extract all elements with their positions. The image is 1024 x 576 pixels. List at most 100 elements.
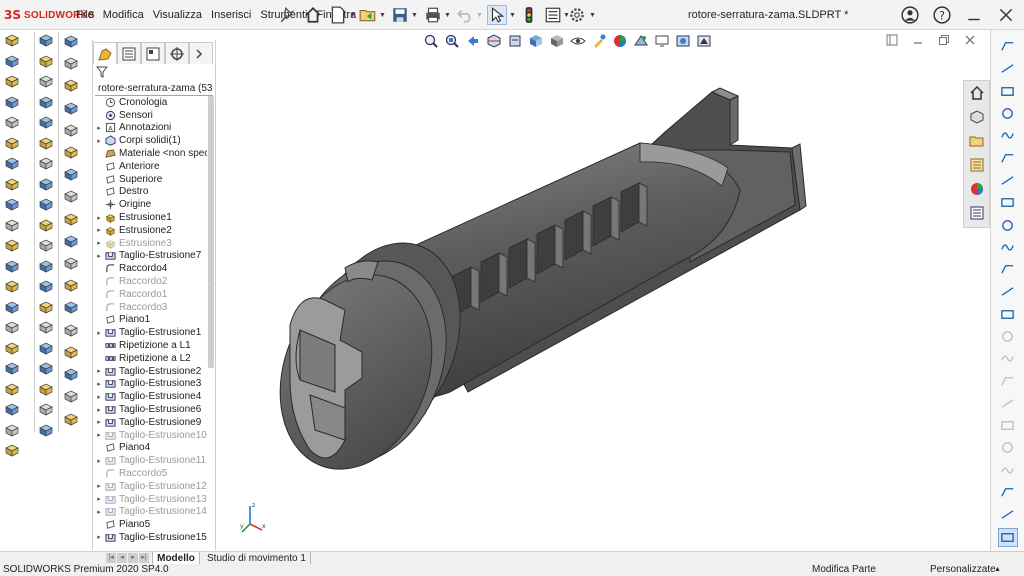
first-tab-icon[interactable]: |◂ [106,553,116,563]
swept-cut-icon[interactable] [3,196,21,212]
home-icon[interactable] [303,5,323,25]
intersect-icon[interactable] [3,381,21,397]
tree-node[interactable]: ▸ Taglio-Estrusione10 [93,429,207,442]
filled-surface-icon[interactable] [37,135,55,151]
open-caret-icon[interactable]: ▼ [379,12,386,19]
sketch-icon[interactable] [999,38,1017,55]
tree-node[interactable]: ▸ Estrusione2 [93,224,207,237]
revolved-cut-icon[interactable] [3,176,21,192]
minimize-icon[interactable] [964,5,984,25]
file-properties-icon[interactable] [543,5,563,25]
tree-node[interactable]: ▸ Taglio-Estrusione11 [93,454,207,467]
tree-node[interactable]: Destro [93,186,207,199]
open-folder-icon[interactable] [358,5,378,25]
lofted-cut-icon[interactable] [3,217,21,233]
tree-node[interactable]: ▸ Taglio-Estrusione13 [93,493,207,506]
miter-flange-icon[interactable] [62,121,80,139]
rib-icon[interactable] [3,299,21,315]
thickened-cut-icon[interactable] [37,401,55,417]
lofted-surface-icon[interactable] [37,94,55,110]
boundary-cut-icon[interactable] [3,237,21,253]
tree-node[interactable]: Superiore [93,173,207,186]
options-caret-icon[interactable]: ▼ [589,12,596,19]
revolved-boss-icon[interactable] [3,53,21,69]
expand-arrow-icon[interactable]: ▸ [94,124,104,132]
sheet-metal-base-flange-icon[interactable] [62,32,80,50]
tree-scrollbar[interactable] [208,96,214,368]
replace-face-icon[interactable] [37,258,55,274]
tree-node[interactable]: ▸ Taglio-Estrusione6 [93,403,207,416]
tree-node[interactable]: ▸ Taglio-Estrusione4 [93,390,207,403]
part-3d-model[interactable] [216,30,990,551]
units-caret-icon[interactable]: ▲ [994,564,1001,576]
tree-node[interactable]: ▸ Taglio-Estrusione15 [93,531,207,544]
spline-icon[interactable] [999,149,1017,166]
menu-inserisci[interactable]: Inserisci [211,9,251,21]
cut-with-surface-icon[interactable] [37,422,55,438]
expand-arrow-icon[interactable]: ▸ [94,482,104,490]
convert-entities-icon[interactable] [999,328,1017,345]
tab-feature-tree[interactable] [93,42,117,64]
print-icon[interactable] [423,5,443,25]
user-icon[interactable] [900,5,920,25]
tree-node[interactable]: ▸ Taglio-Estrusione9 [93,416,207,429]
menu-visualizza[interactable]: Visualizza [153,9,202,21]
tree-node[interactable]: Ripetizione a L2 [93,352,207,365]
fold-icon[interactable] [62,254,80,272]
rebuild-traffic-light-icon[interactable] [519,5,539,25]
tree-node[interactable]: ▸ Taglio-Estrusione2 [93,365,207,378]
unfold-icon[interactable] [62,232,80,250]
expand-arrow-icon[interactable]: ▸ [94,508,104,516]
expand-arrow-icon[interactable]: ▸ [94,380,104,388]
close-icon[interactable] [996,5,1016,25]
tree-node[interactable]: Raccordo4 [93,262,207,275]
display-relations-icon[interactable] [999,439,1017,456]
offset-entities-icon[interactable] [999,350,1017,367]
expand-arrow-icon[interactable]: ▸ [94,226,104,234]
draft-icon[interactable] [3,319,21,335]
tree-node[interactable]: Sensori [93,109,207,122]
save-icon[interactable] [390,5,410,25]
linear-pattern-sketch-icon[interactable] [999,417,1017,434]
linear-pattern-tool-icon[interactable] [3,278,21,294]
boundary-boss-icon[interactable] [3,114,21,130]
part-root-node[interactable]: rotore-serratura-zama (536 [95,82,213,96]
tree-node[interactable]: Cronologia [93,96,207,109]
swept-surface-icon[interactable] [37,73,55,89]
tree-node[interactable]: Piano4 [93,442,207,455]
menu-modifica[interactable]: Modifica [103,9,144,21]
curves-icon[interactable] [3,422,21,438]
convert-to-sheet-metal-icon[interactable] [62,54,80,72]
rapid-sketch-icon[interactable] [999,506,1017,523]
help-icon[interactable]: ? [932,5,952,25]
expand-arrow-icon[interactable]: ▸ [94,239,104,247]
tree-node[interactable]: ▸ Estrusione1 [93,211,207,224]
line-icon[interactable] [999,83,1017,100]
untrim-surface-icon[interactable] [37,340,55,356]
polygon-icon[interactable] [999,216,1017,233]
tree-node[interactable]: Origine [93,198,207,211]
forming-tool-icon[interactable] [62,388,80,406]
fillet-sketch-icon[interactable] [999,194,1017,211]
revolved-surface-icon[interactable] [37,53,55,69]
cross-break-icon[interactable] [62,210,80,228]
plane-sketch-icon[interactable] [999,261,1017,278]
expand-arrow-icon[interactable]: ▸ [94,533,104,541]
instant3d-icon[interactable] [3,442,21,458]
sketched-bend-icon[interactable] [62,188,80,206]
next-tab-icon[interactable]: ▸ [128,553,138,563]
thicken-icon[interactable] [37,381,55,397]
last-tab-icon[interactable]: ▸| [139,553,149,563]
delete-hole-icon[interactable] [37,278,55,294]
rectangle-icon[interactable] [999,105,1017,122]
edge-flange-icon[interactable] [62,99,80,117]
tree-node[interactable]: ▸ Taglio-Estrusione3 [93,378,207,391]
new-document-icon[interactable] [328,5,348,25]
appearances-icon[interactable] [967,179,987,199]
repair-sketch-icon[interactable] [999,462,1017,479]
fillet-tool-icon[interactable] [3,258,21,274]
solidworks-resources-icon[interactable] [967,83,987,103]
expand-arrow-icon[interactable]: ▸ [94,252,104,260]
extruded-surface-icon[interactable] [37,32,55,48]
extruded-boss-icon[interactable] [3,32,21,48]
